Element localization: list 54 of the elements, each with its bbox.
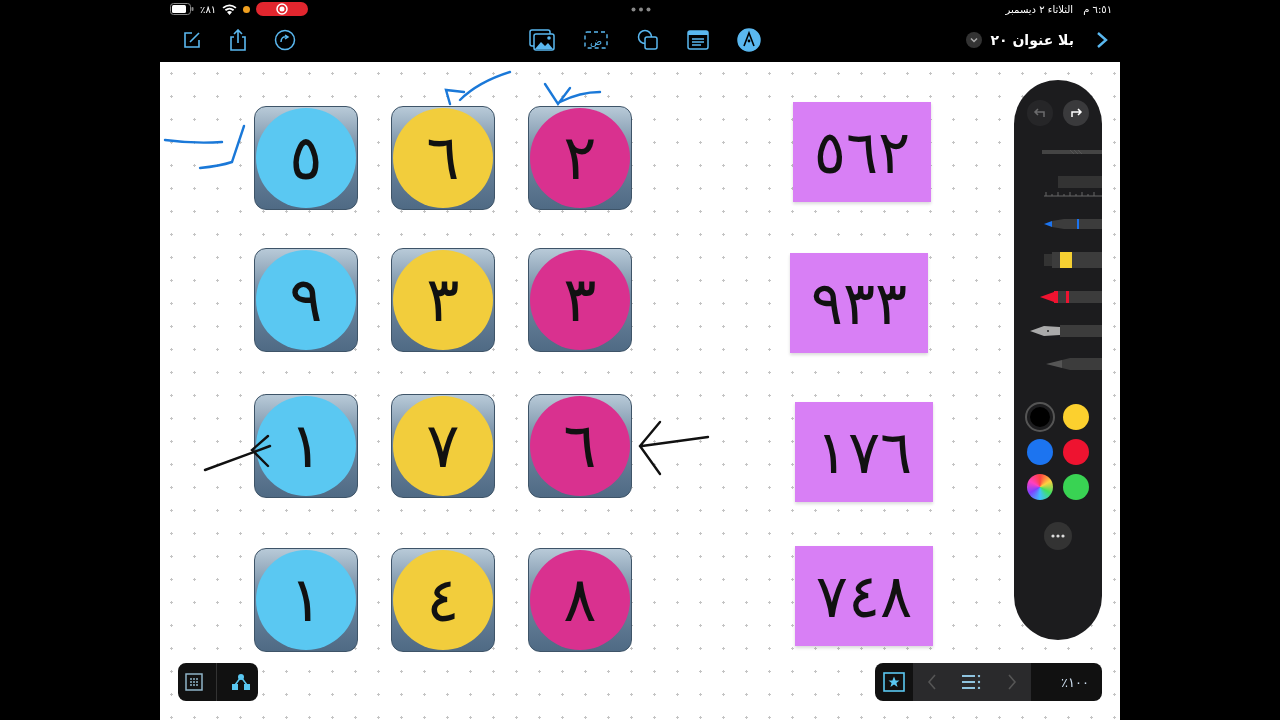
pen-icon[interactable] [737, 28, 761, 52]
redo-icon[interactable] [1063, 100, 1089, 126]
color-swatch[interactable] [1063, 404, 1089, 430]
ink-arrow [638, 420, 710, 476]
sticky-note: ٥٦٢ [793, 102, 931, 202]
color-swatch[interactable] [1063, 439, 1089, 465]
color-swatch[interactable] [1027, 404, 1053, 430]
document-title[interactable]: بلا عنوان ٢٠ [990, 32, 1074, 48]
sticky-note: ١٧٦ [795, 402, 933, 502]
number-circle: ٧ [393, 396, 493, 496]
color-swatch[interactable] [1063, 474, 1089, 500]
status-time: ٦:٥١ م [1083, 3, 1112, 15]
fountain-pen-icon[interactable] [1030, 324, 1102, 338]
number-circle: ٣ [393, 250, 493, 350]
battery-icon [170, 3, 194, 15]
ink-check-mark [444, 70, 512, 106]
shapes-icon[interactable] [637, 29, 659, 51]
sticky-note: ٩٣٣ [790, 253, 928, 353]
photos-icon[interactable] [529, 29, 555, 51]
wifi-icon [222, 3, 238, 15]
number-circle: ٣ [530, 250, 630, 350]
zoom-level[interactable]: ٪١٠٠ [1061, 674, 1089, 690]
number-circle: ٢ [530, 108, 630, 208]
marker-icon[interactable] [1044, 250, 1102, 270]
number-circle: ٦ [393, 108, 493, 208]
sticky-note-icon[interactable] [687, 30, 709, 50]
number-circle: ١ [256, 396, 356, 496]
list-icon[interactable] [962, 675, 982, 689]
status-dot-icon [243, 5, 251, 13]
chevron-down-icon[interactable] [966, 32, 983, 48]
multitasking-dots-icon[interactable] [631, 6, 651, 12]
number-circle: ٨ [530, 550, 630, 650]
status-date: الثلاثاء ٢ ديسمبر [1005, 3, 1074, 15]
redo-circle-icon[interactable] [274, 29, 296, 51]
diagram-icon[interactable] [231, 673, 252, 691]
ink-check-mark [543, 82, 602, 106]
number-circle: ٥ [256, 108, 356, 208]
grid-icon[interactable] [184, 673, 203, 691]
number-circle: ٤ [393, 550, 493, 650]
color-wheel[interactable] [1027, 474, 1053, 500]
ink-arrow [203, 434, 272, 472]
number-circle: ٦ [530, 396, 630, 496]
more-icon[interactable] [1044, 522, 1072, 550]
crayon-icon[interactable] [1040, 290, 1102, 304]
color-swatch[interactable] [1027, 439, 1053, 465]
sticky-note: ٧٤٨ [795, 546, 933, 646]
number-circle: ١ [256, 550, 356, 650]
compose-icon[interactable] [182, 30, 202, 50]
share-icon[interactable] [228, 29, 248, 51]
battery-percent: ٪٨١ [200, 3, 217, 15]
pen-icon[interactable] [1044, 218, 1102, 230]
chevron-right-icon[interactable] [1096, 31, 1108, 49]
text-box-icon[interactable]: ض [583, 29, 609, 51]
number-circle: ٩ [256, 250, 356, 350]
